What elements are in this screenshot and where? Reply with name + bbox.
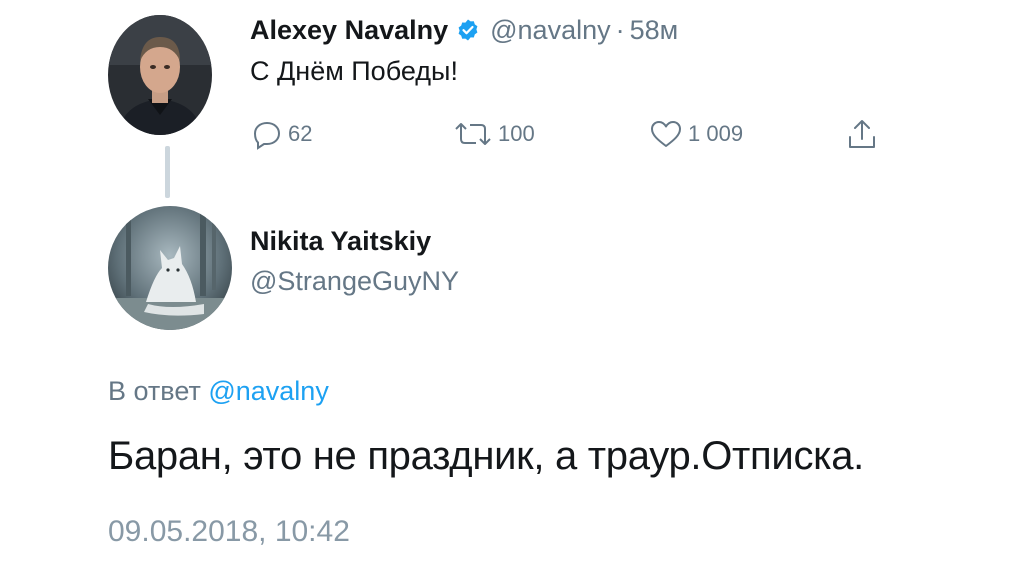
reply-icon (250, 117, 284, 151)
reply-timestamp[interactable]: 09.05.2018, 10:42 (108, 515, 350, 549)
tweet-actions: 62 100 1 009 (0, 114, 1034, 154)
author-handle[interactable]: @navalny (490, 15, 610, 46)
reply-text: Баран, это не праздник, а траур.Отписка. (108, 434, 864, 478)
reply-button[interactable]: 62 (250, 114, 312, 154)
like-count: 1 009 (688, 121, 744, 146)
like-button[interactable]: 1 009 (648, 114, 743, 154)
verified-badge-icon (456, 18, 480, 42)
author-name[interactable]: Alexey Navalny (250, 15, 448, 46)
tweet-text: С Днём Победы! (250, 56, 458, 86)
separator-dot: · (615, 14, 625, 45)
reply-context: В ответ @navalny (108, 376, 329, 407)
heart-icon (648, 117, 684, 151)
avatar[interactable] (108, 206, 232, 330)
reply-to-label: В ответ (108, 376, 201, 406)
reply-count: 62 (288, 121, 313, 146)
reply-author-handle[interactable]: @StrangeGuyNY (250, 266, 459, 297)
tweet-header: Alexey Navalny @navalny · 58м (250, 10, 678, 50)
share-button[interactable] (846, 114, 878, 154)
tweet-thread: Alexey Navalny @navalny · 58м С Днём Поб… (0, 0, 1034, 580)
retweet-count: 100 (498, 121, 535, 146)
reply-to-mention[interactable]: @navalny (208, 376, 328, 406)
retweet-icon (452, 117, 494, 151)
retweet-button[interactable]: 100 (452, 114, 535, 154)
share-icon (846, 117, 878, 151)
reply-author-name[interactable]: Nikita Yaitskiy (250, 226, 431, 257)
tweet-time[interactable]: 58м (630, 15, 679, 46)
